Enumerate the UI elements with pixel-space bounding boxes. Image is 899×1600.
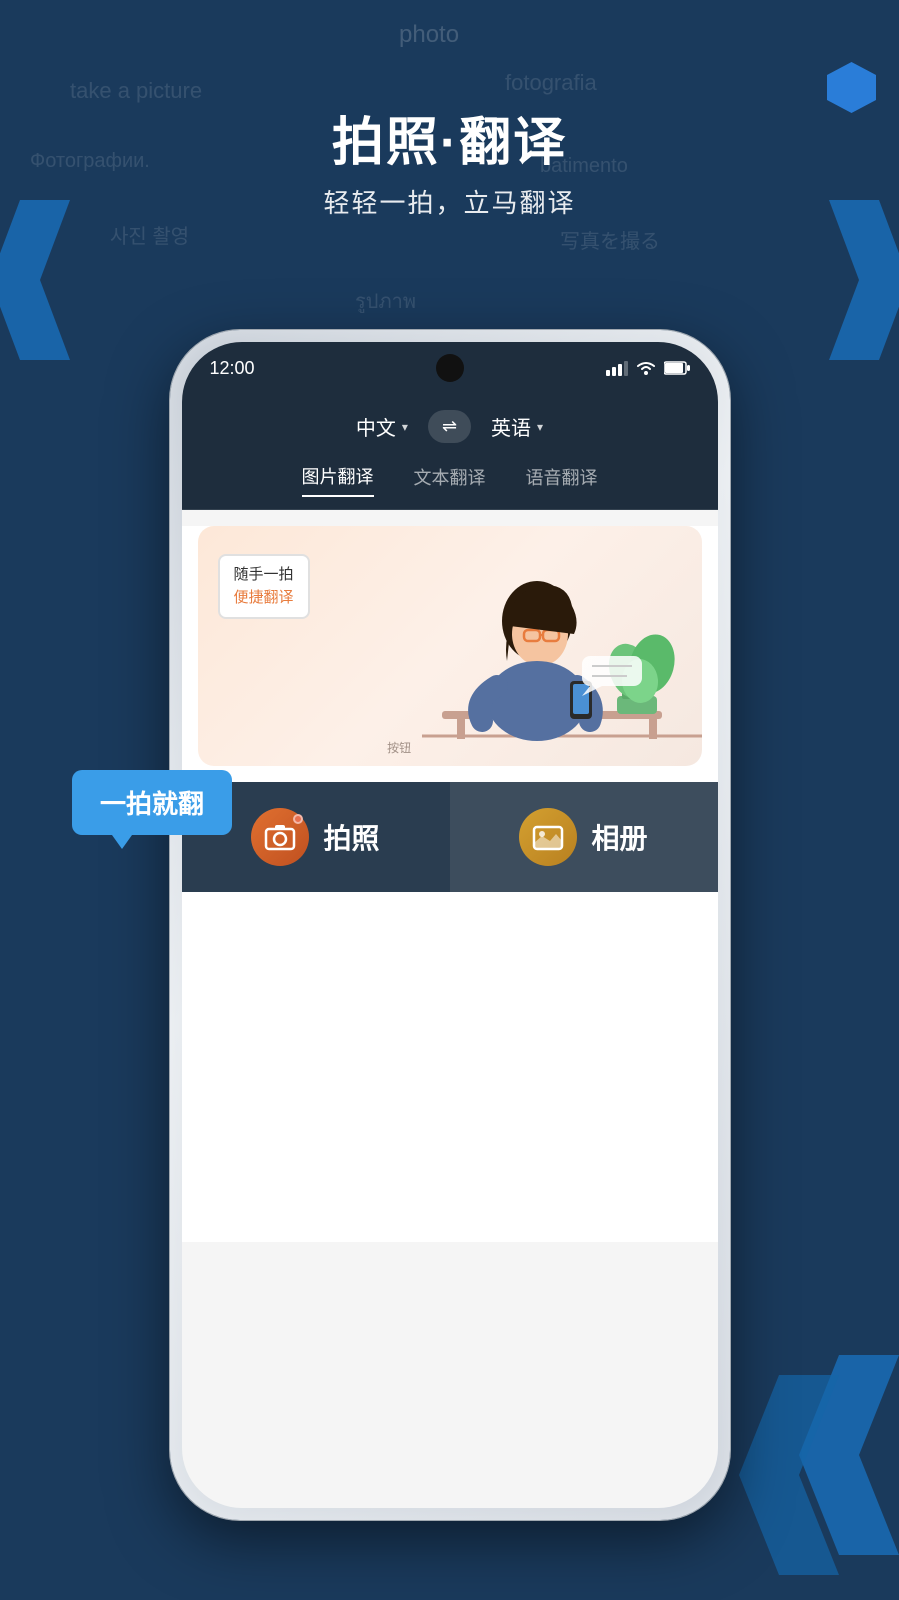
swap-lang-button[interactable]: ⇌ <box>428 410 471 443</box>
app-content: 随手一拍 便捷翻译 <box>182 526 718 1242</box>
app-header: 中文 ▾ ⇌ 英语 ▾ <box>182 394 718 463</box>
album-svg <box>532 823 564 851</box>
bg-text-thai: รูปภาพ <box>355 285 416 317</box>
camera-icon <box>251 808 309 866</box>
main-subtitle: 轻轻一拍，立马翻译 <box>0 183 899 220</box>
main-title-area: 拍照·翻译 轻轻一拍，立马翻译 <box>0 100 899 220</box>
illustration-area: 随手一拍 便捷翻译 <box>198 526 702 766</box>
camera-button-label: 拍照 <box>323 817 379 857</box>
tooltip-bubble: 一拍就翻 <box>72 770 232 835</box>
album-button[interactable]: 相册 <box>450 782 718 892</box>
bottom-white-area <box>182 892 718 1242</box>
wifi-icon <box>636 360 656 376</box>
press-hint: 按钮 <box>387 739 411 756</box>
status-time: 12:00 <box>210 358 255 379</box>
deco-arrow-bottom-right2 <box>739 1375 839 1580</box>
status-icons <box>606 360 690 376</box>
tab-text-translate[interactable]: 文本翻译 <box>414 464 486 496</box>
swap-icon: ⇌ <box>442 416 457 436</box>
main-title: 拍照·翻译 <box>0 100 899 175</box>
signal-icon <box>606 360 628 376</box>
battery-icon <box>664 361 690 375</box>
source-lang-label: 中文 <box>356 412 396 441</box>
bubble-line2: 便捷翻译 <box>234 587 294 610</box>
tab-voice-translate[interactable]: 语音翻译 <box>526 464 598 496</box>
speech-bubble: 随手一拍 便捷翻译 <box>218 554 310 619</box>
phone-outer: 12:00 <box>170 330 730 1520</box>
bg-text-korean: 사진 촬영 <box>110 220 189 249</box>
target-lang-label: 英语 <box>491 412 531 441</box>
tab-bar: 图片翻译 文本翻译 语音翻译 <box>182 463 718 510</box>
illustration-svg <box>362 526 702 766</box>
album-icon <box>519 808 577 866</box>
bg-text-photo: photo <box>399 21 459 49</box>
target-lang-button[interactable]: 英语 ▾ <box>491 412 543 441</box>
phone-inner: 12:00 <box>182 342 718 1508</box>
action-area: 拍照 相册 <box>182 782 718 892</box>
deco-arrow-right <box>829 200 899 365</box>
album-button-label: 相册 <box>591 817 647 857</box>
status-bar: 12:00 <box>182 342 718 394</box>
camera-notch <box>436 354 464 382</box>
target-lang-arrow: ▾ <box>537 420 543 434</box>
source-lang-arrow: ▾ <box>402 420 408 434</box>
deco-arrow-left <box>0 200 70 365</box>
camera-svg <box>264 823 296 851</box>
bg-text-fotografia: fotografia <box>505 70 597 96</box>
phone-mockup: 12:00 <box>170 330 730 1520</box>
source-lang-button[interactable]: 中文 ▾ <box>356 412 408 441</box>
tab-image-translate[interactable]: 图片翻译 <box>302 463 374 497</box>
camera-icon-dot <box>293 814 303 824</box>
bg-text-japanese: 写真を撮る <box>560 225 660 254</box>
bubble-line1: 随手一拍 <box>234 564 294 587</box>
